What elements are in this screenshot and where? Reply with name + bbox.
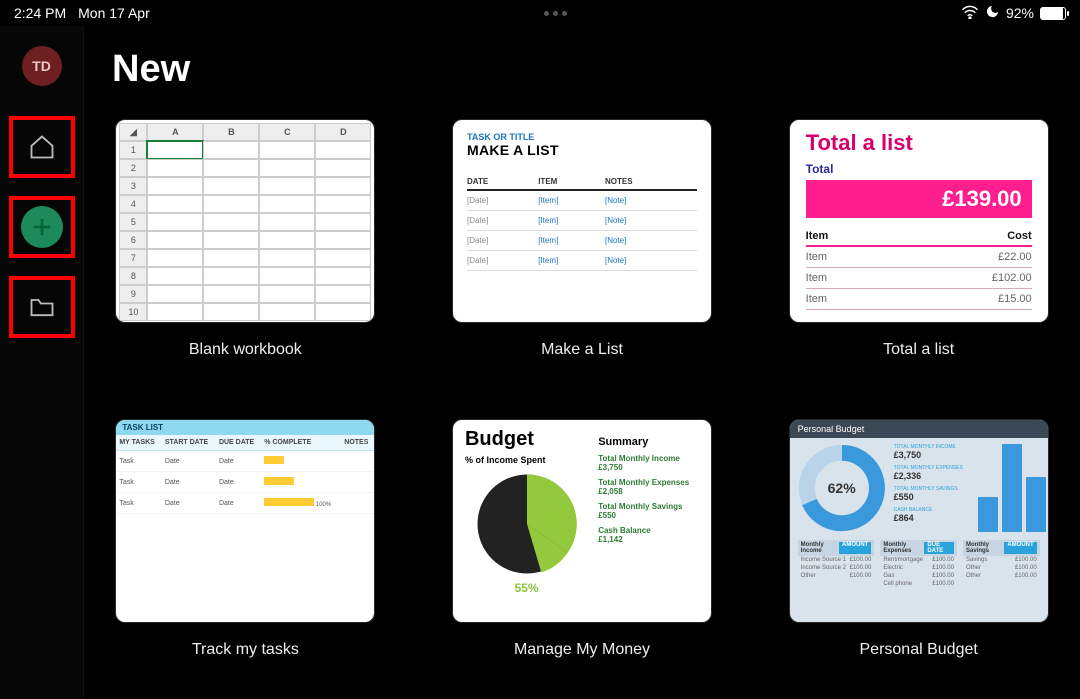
status-date: Mon 17 Apr [78,5,150,21]
template-thumb: Total a list Total £139.00 Item Cost Ite… [789,119,1049,323]
pie-chart-icon [472,469,582,579]
nav-open-button[interactable] [11,278,73,336]
preview-ribbon: TASK LIST [116,420,374,435]
template-thumb: ◢ABCD12345678910 [115,119,375,323]
status-time: 2:24 PM [14,5,66,21]
avatar[interactable]: TD [22,46,62,86]
template-caption: Blank workbook [189,341,302,359]
col-header: Item [806,230,888,246]
template-card-personal-budget[interactable]: Personal Budget 62% TOTAL MONTHLY INCOME… [785,419,1052,659]
template-caption: Personal Budget [860,641,978,659]
template-caption: Total a list [883,341,954,359]
page-title: New [112,48,1052,91]
preview-title: MAKE A LIST [467,142,697,158]
highlight-box [9,196,75,258]
multitask-dots-icon[interactable] [544,11,567,16]
battery-pct: 92% [1006,5,1034,21]
wifi-icon [961,5,979,22]
nav-new-button[interactable] [11,198,73,256]
template-thumb: TASK LIST MY TASKSSTART DATEDUE DATE% CO… [115,419,375,623]
sidebar: TD [0,26,84,699]
template-thumb: TASK OR TITLE MAKE A LIST DATEITEMNOTES[… [452,119,712,323]
template-caption: Make a List [541,341,623,359]
do-not-disturb-icon [985,4,1000,22]
donut-pct: 62% [798,444,886,532]
preview-titlebar: Personal Budget [790,420,1048,438]
template-card-budget[interactable]: Budget % of Income Spent 55% Summary Tot… [449,419,716,659]
template-caption: Track my tasks [192,641,299,659]
nav-home-button[interactable] [11,118,73,176]
preview-subtitle: % of Income Spent [465,455,588,465]
col-header: Cost [888,230,1032,246]
template-card-make-list[interactable]: TASK OR TITLE MAKE A LIST DATEITEMNOTES[… [449,119,716,359]
donut-chart-icon: 62% [798,444,886,532]
bar-chart-icon [974,444,1049,532]
preview-summary-title: Summary [598,436,699,448]
template-card-track-tasks[interactable]: TASK LIST MY TASKSSTART DATEDUE DATE% CO… [112,419,379,659]
battery-icon [1040,7,1066,20]
template-card-blank[interactable]: ◢ABCD12345678910 Blank workbook [112,119,379,359]
preview-total: £139.00 [806,180,1032,218]
main-content: New ◢ABCD12345678910 Blank workbook TASK… [84,26,1080,699]
preview-title: Total a list [806,130,1032,156]
highlight-box [9,116,75,178]
preview-pct: 55% [465,581,588,595]
preview-title: Budget [465,428,588,451]
template-thumb: Personal Budget 62% TOTAL MONTHLY INCOME… [789,419,1049,623]
highlight-box [9,276,75,338]
template-caption: Manage My Money [514,641,650,659]
status-bar: 2:24 PM Mon 17 Apr 92% [0,0,1080,26]
template-grid: ◢ABCD12345678910 Blank workbook TASK OR … [112,119,1052,659]
template-thumb: Budget % of Income Spent 55% Summary Tot… [452,419,712,623]
avatar-initials: TD [32,58,51,74]
template-card-total-list[interactable]: Total a list Total £139.00 Item Cost Ite… [785,119,1052,359]
preview-label: TASK OR TITLE [467,132,697,142]
preview-label: Total [806,162,1032,176]
